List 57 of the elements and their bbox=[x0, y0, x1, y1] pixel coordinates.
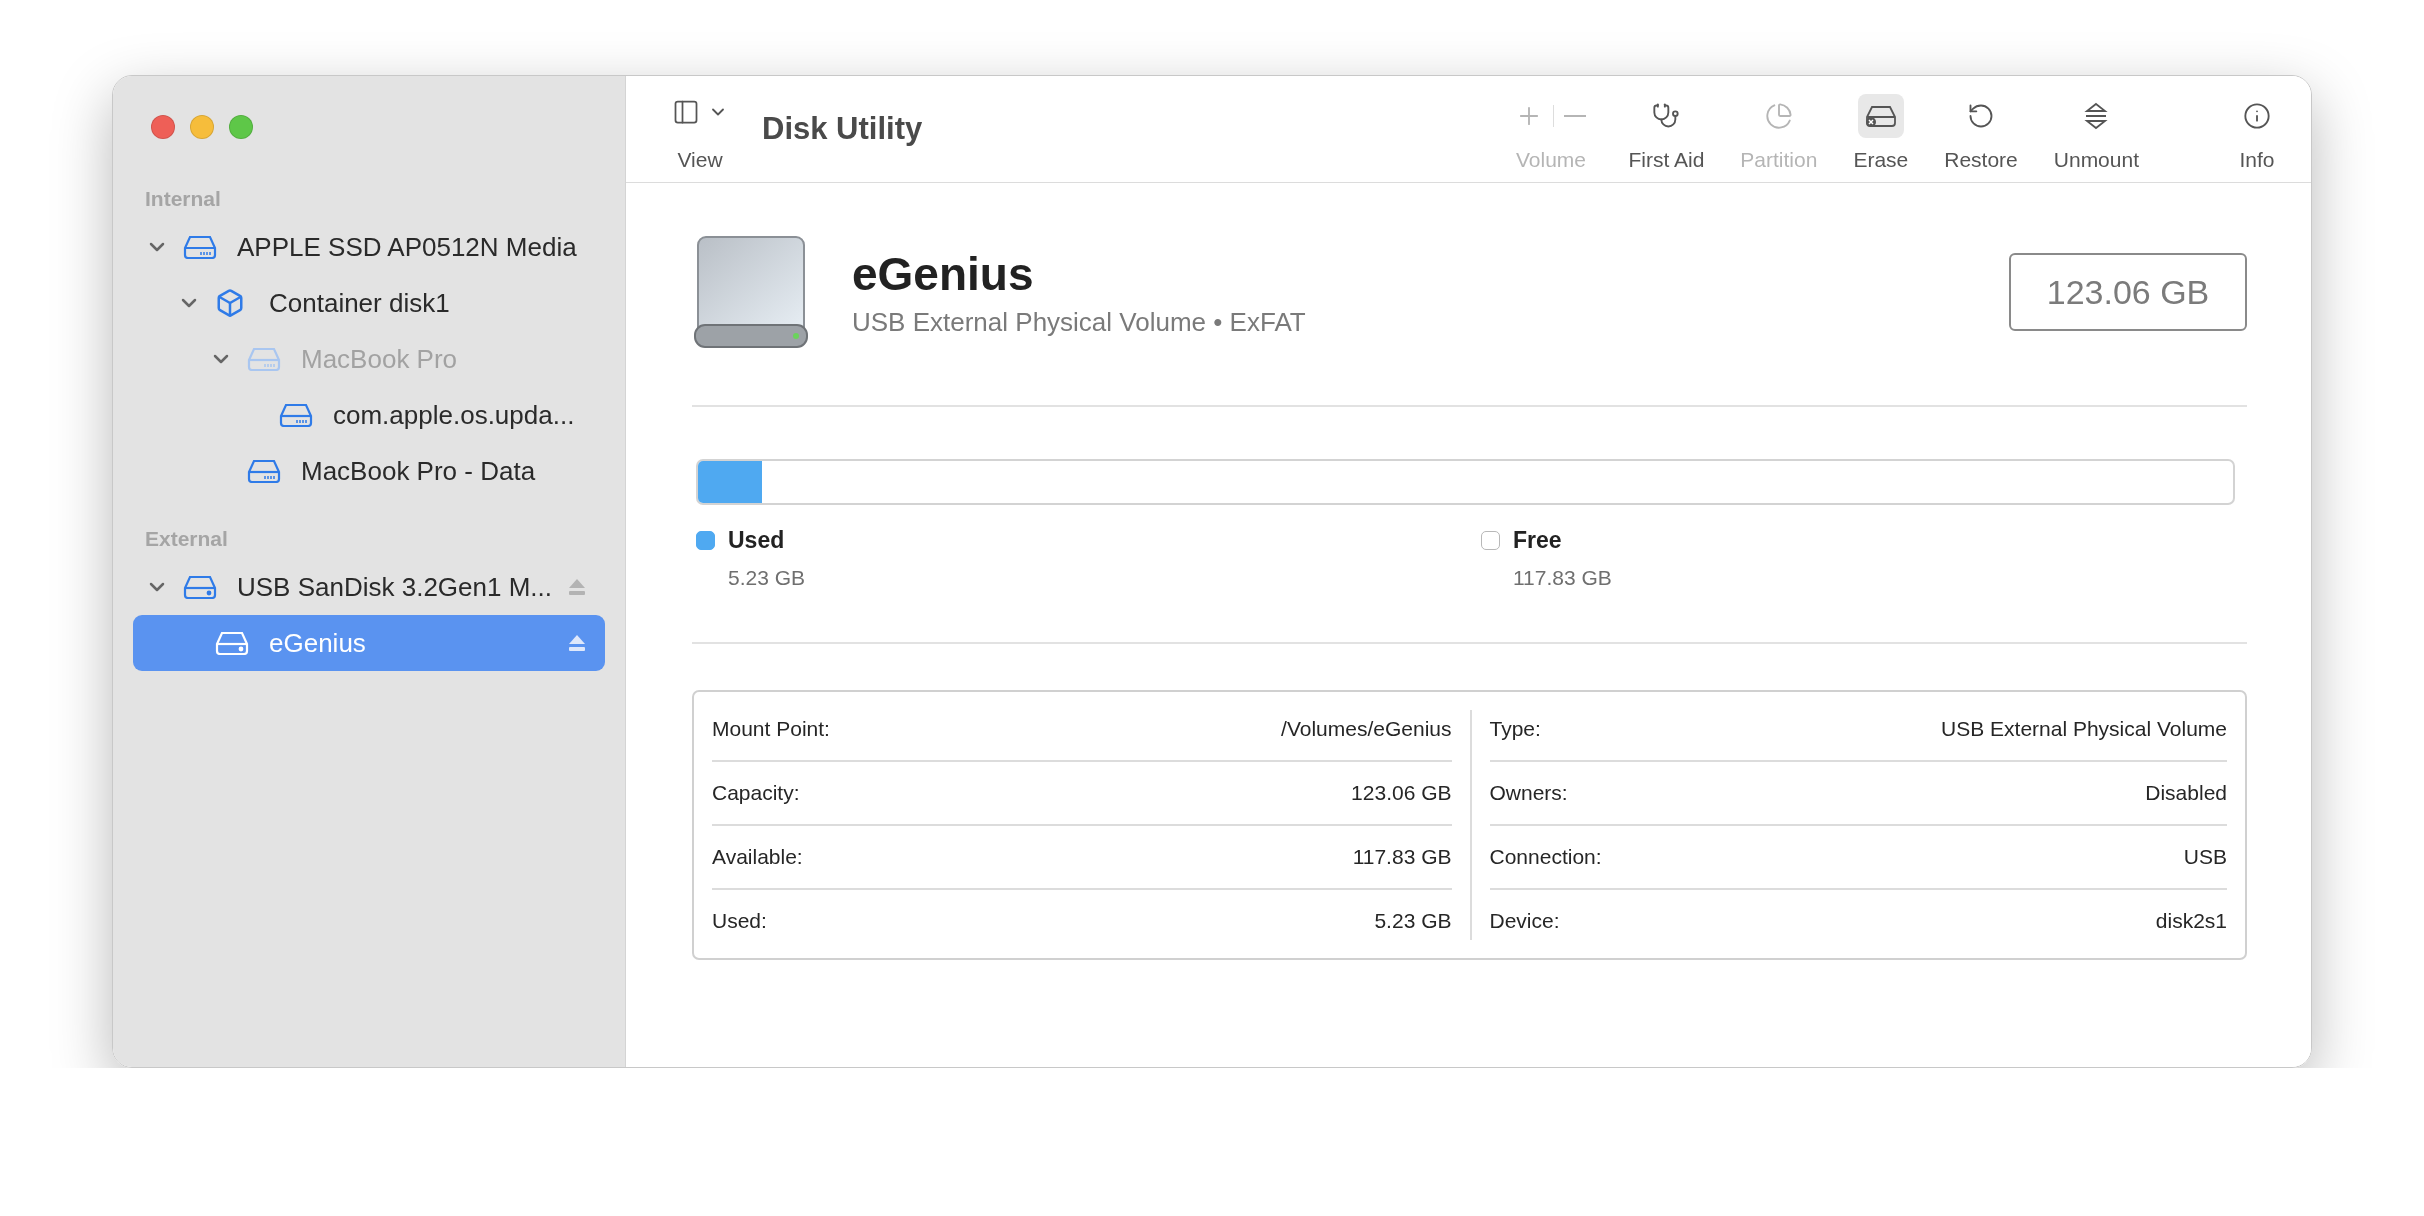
close-button[interactable] bbox=[151, 115, 175, 139]
restore-arrow-icon bbox=[1967, 102, 1995, 130]
sidebar-item[interactable]: MacBook Pro - Data bbox=[133, 443, 605, 499]
table-cell: USB External Physical Volume bbox=[1941, 717, 2227, 741]
volume-description: USB External Physical Volume • ExFAT bbox=[852, 306, 1307, 338]
drive-icon bbox=[215, 631, 249, 655]
table-cell: Disabled bbox=[2145, 781, 2227, 805]
drive-icon bbox=[183, 575, 217, 599]
table-cell: /Volumes/eGenius bbox=[1281, 717, 1452, 741]
table-cell: Device: bbox=[1489, 909, 1560, 933]
table-cell: 5.23 GB bbox=[1374, 909, 1452, 933]
sidebar-section-heading: External bbox=[144, 526, 229, 552]
table-cell: 117.83 GB bbox=[1352, 845, 1452, 869]
legend-value: 5.23 GB bbox=[728, 566, 806, 590]
sidebar-item[interactable]: USB SanDisk 3.2Gen1 M... bbox=[133, 559, 605, 615]
unmount-icon bbox=[2083, 102, 2110, 130]
legend-value: 117.83 GB bbox=[1513, 566, 1612, 590]
stethoscope-icon bbox=[1652, 102, 1681, 130]
drive-icon bbox=[247, 347, 281, 371]
table-cell: Capacity: bbox=[712, 781, 800, 805]
sidebar-icon bbox=[672, 98, 700, 126]
capacity-box: 123.06 GB bbox=[2009, 253, 2247, 331]
table-cell: Mount Point: bbox=[712, 717, 830, 741]
toolbar-button[interactable]: Restore bbox=[1944, 76, 2018, 182]
minus-icon bbox=[1564, 115, 1587, 117]
drive-icon bbox=[247, 459, 281, 483]
table-cell: 123.06 GB bbox=[1351, 781, 1452, 805]
legend-label: Used bbox=[728, 527, 785, 554]
eject-icon[interactable] bbox=[567, 578, 587, 596]
drive-icon bbox=[279, 403, 313, 427]
sidebar-item[interactable]: Container disk1 bbox=[133, 275, 605, 331]
volume-name: eGenius bbox=[852, 246, 1035, 301]
pie-chart-icon bbox=[1764, 102, 1793, 130]
view-button[interactable]: View bbox=[666, 76, 734, 182]
zoom-button[interactable] bbox=[229, 115, 253, 139]
toolbar-button[interactable]: Info bbox=[2235, 76, 2279, 182]
drive-icon bbox=[183, 235, 217, 259]
container-cube-icon bbox=[215, 288, 245, 318]
external-drive-icon bbox=[692, 233, 810, 351]
legend-label: Free bbox=[1513, 527, 1562, 554]
window-title: Disk Utility bbox=[762, 111, 924, 147]
table-cell: Used: bbox=[712, 909, 767, 933]
eject-icon[interactable] bbox=[567, 634, 587, 652]
table-cell: USB bbox=[2183, 845, 2227, 869]
table-cell: Owners: bbox=[1489, 781, 1568, 805]
toolbar-button[interactable]: Unmount bbox=[2053, 76, 2139, 182]
drive-erase-icon bbox=[1863, 103, 1898, 129]
info-icon bbox=[2243, 102, 2271, 130]
minimize-button[interactable] bbox=[190, 115, 214, 139]
sidebar-section-heading: Internal bbox=[144, 187, 222, 212]
table-cell: Connection: bbox=[1489, 845, 1602, 869]
toolbar-button[interactable]: Erase bbox=[1853, 76, 1909, 182]
table-cell: Available: bbox=[712, 845, 803, 869]
table-cell: Type: bbox=[1489, 717, 1541, 741]
table-cell: disk2s1 bbox=[2155, 909, 2227, 933]
toolbar-button[interactable]: First Aid bbox=[1628, 76, 1705, 182]
sidebar-item[interactable]: APPLE SSD AP0512N Media bbox=[133, 219, 605, 275]
